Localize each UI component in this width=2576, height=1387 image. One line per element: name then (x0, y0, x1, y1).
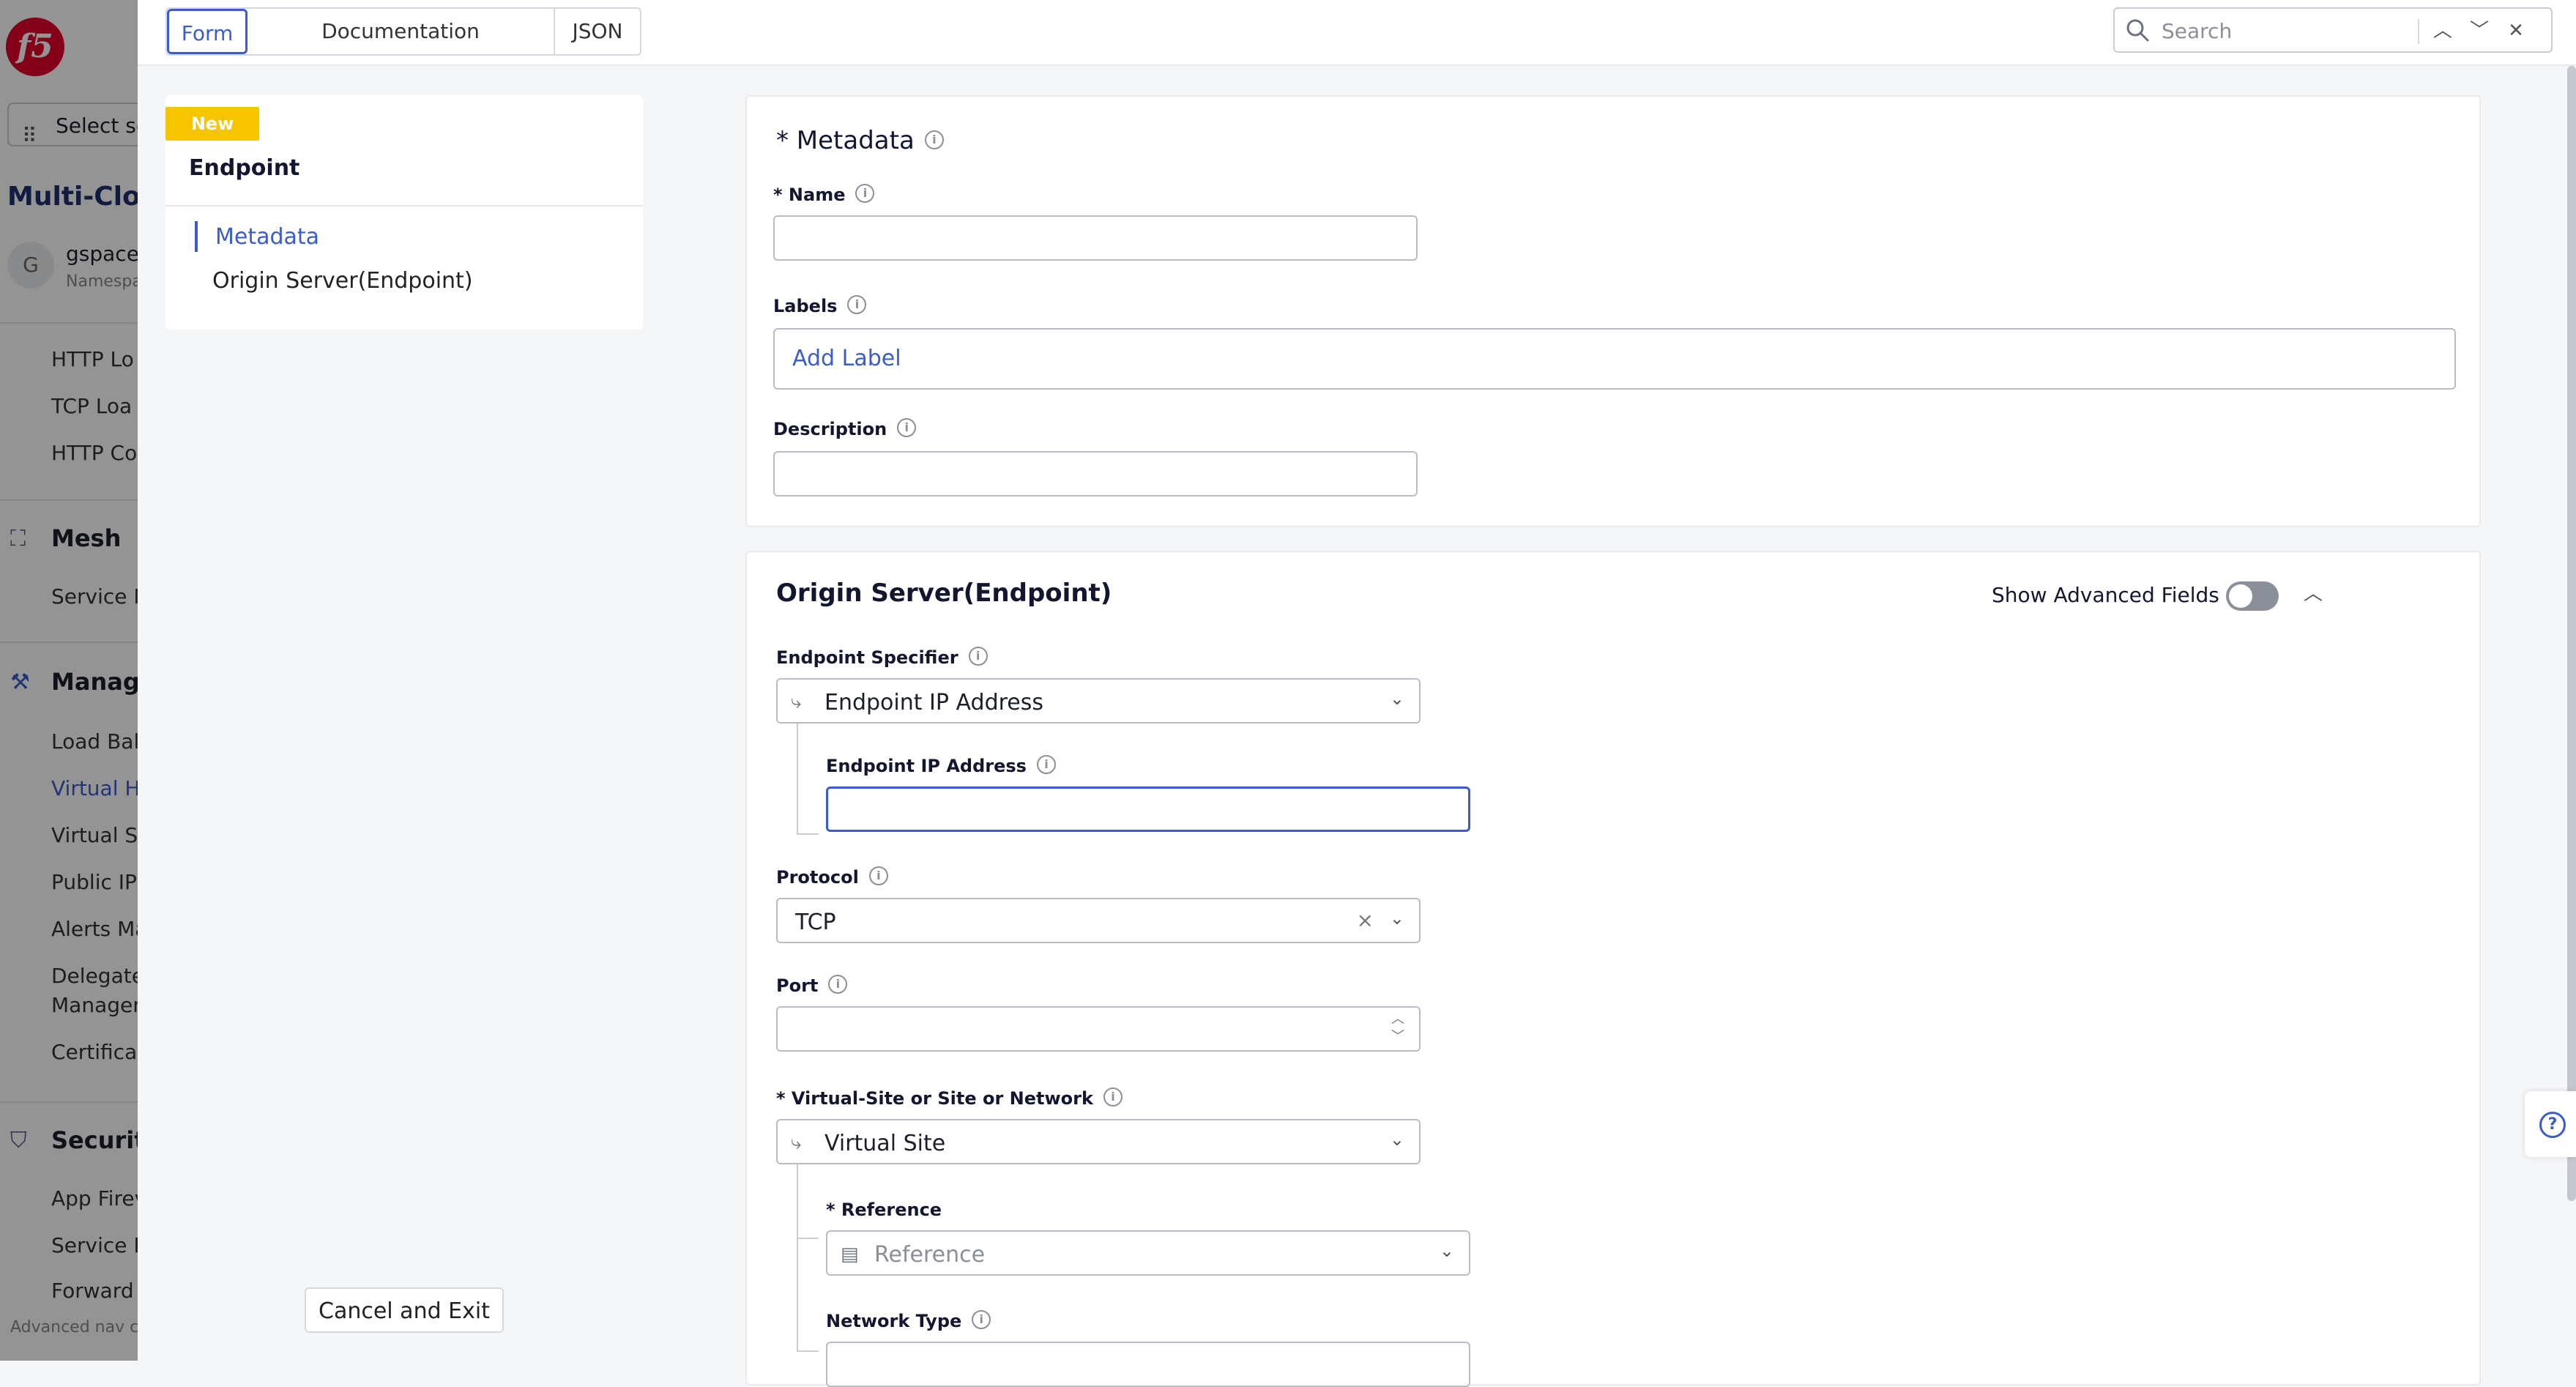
endpoint-form-panel: Form Documentation JSON ︿ ﹀ ✕ New Endpoi… (138, 0, 2576, 1387)
origin-server-title: Origin Server(Endpoint) (776, 579, 1112, 608)
endpoint-ip-label: Endpoint IP Address i (826, 755, 1056, 776)
branch-icon: ⤷ (791, 1132, 802, 1154)
info-icon[interactable]: i (1103, 1087, 1123, 1107)
protocol-label: Protocol i (776, 866, 888, 888)
new-badge: New (165, 107, 259, 141)
search-divider (2418, 19, 2419, 44)
vsite-select[interactable]: ⤷ Virtual Site ⌄ (776, 1119, 1421, 1164)
info-icon[interactable]: i (968, 647, 988, 666)
search-box: ︿ ﹀ ✕ (2113, 7, 2553, 53)
endpoint-ip-field (826, 787, 1470, 832)
help-icon: ? (2539, 1112, 2566, 1138)
endpoint-specifier-label: Endpoint Specifier i (776, 647, 988, 668)
tree-connector (797, 724, 819, 835)
protocol-select[interactable]: TCP × ⌄ (776, 898, 1421, 943)
info-icon[interactable]: i (855, 184, 875, 203)
add-label-link[interactable]: Add Label (792, 346, 901, 371)
labels-field[interactable]: Add Label (773, 328, 2456, 390)
reference-placeholder: Reference (874, 1242, 986, 1268)
port-input[interactable] (792, 1014, 1371, 1046)
endpoint-ip-label-text: Endpoint IP Address (826, 756, 1027, 776)
step-divider (165, 205, 643, 207)
labels-label: Labels i (773, 295, 867, 316)
endpoint-specifier-select[interactable]: ⤷ Endpoint IP Address ⌄ (776, 678, 1421, 724)
search-next-icon[interactable]: ﹀ (2465, 15, 2494, 47)
info-icon[interactable]: i (972, 1310, 991, 1329)
name-input[interactable] (789, 223, 1368, 255)
modal-overlay[interactable] (0, 0, 138, 1361)
description-label: Description i (773, 418, 917, 439)
description-input[interactable] (789, 458, 1368, 491)
description-field (773, 451, 1418, 497)
tree-connector (797, 1238, 819, 1352)
clear-icon[interactable]: × (1357, 908, 1374, 932)
vsite-label-text: * Virtual-Site or Site or Network (776, 1088, 1093, 1109)
step-metadata[interactable]: Metadata (215, 224, 319, 250)
chevron-down-icon: ⌄ (1389, 1129, 1404, 1150)
help-button[interactable]: ? (2525, 1091, 2576, 1157)
port-field: ︿ ﹀ (776, 1006, 1421, 1052)
chevron-down-icon: ⌄ (1389, 908, 1404, 929)
network-type-label: Network Type i (826, 1310, 991, 1331)
network-type-label-text: Network Type (826, 1311, 962, 1331)
chevron-down-icon: ⌄ (1389, 688, 1404, 709)
scrollbar[interactable] (2567, 66, 2576, 1201)
show-advanced-label: Show Advanced Fields (1992, 583, 2219, 607)
endpoint-specifier-value: Endpoint IP Address (824, 690, 1044, 715)
search-prev-icon[interactable]: ︿ (2428, 15, 2457, 47)
network-type-select[interactable] (826, 1342, 1470, 1387)
reference-label: * Reference (826, 1200, 942, 1220)
info-icon[interactable]: i (924, 130, 944, 149)
tab-json[interactable]: JSON (555, 9, 640, 54)
view-tabs: Form Documentation JSON (165, 7, 641, 56)
metadata-title: * Metadata i (776, 126, 944, 155)
toggle-knob (2229, 584, 2252, 608)
port-label: Port i (776, 975, 848, 996)
endpoint-specifier-label-text: Endpoint Specifier (776, 647, 958, 668)
chevron-down-icon: ⌄ (1439, 1241, 1454, 1261)
endpoint-ip-input[interactable] (843, 795, 1420, 827)
metadata-section: * Metadata i * Name i Labels i Add Label De… (745, 95, 2481, 527)
origin-server-section: Origin Server(Endpoint) Show Advanced Fi… (745, 551, 2481, 1387)
name-label-text: * Name (773, 185, 846, 205)
collapse-chevron-icon[interactable]: ︿ (2304, 579, 2323, 606)
branch-icon: ⤷ (791, 691, 802, 713)
labels-label-text: Labels (773, 296, 838, 316)
active-step-indicator (195, 221, 198, 252)
search-close-icon[interactable]: ✕ (2501, 15, 2531, 47)
cancel-and-exit-button[interactable]: Cancel and Exit (305, 1287, 504, 1333)
tab-form[interactable]: Form (167, 9, 247, 54)
step-origin-server[interactable]: Origin Server(Endpoint) (212, 268, 473, 294)
step-header: Endpoint (189, 155, 300, 181)
info-icon[interactable]: i (1036, 755, 1056, 774)
reference-select[interactable]: ▤ Reference ⌄ (826, 1230, 1470, 1276)
info-icon[interactable]: i (847, 295, 867, 314)
stepper-icon[interactable]: ︿ ﹀ (1391, 1011, 1404, 1046)
info-icon[interactable]: i (828, 975, 848, 994)
search-icon (2126, 19, 2149, 42)
port-label-text: Port (776, 975, 819, 996)
tab-documentation[interactable]: Documentation (247, 9, 555, 54)
search-input[interactable] (2160, 15, 2434, 47)
info-icon[interactable]: i (897, 418, 917, 437)
tree-connector (797, 1164, 819, 1239)
show-advanced-toggle[interactable] (2226, 581, 2279, 611)
protocol-label-text: Protocol (776, 867, 859, 888)
name-label: * Name i (773, 184, 875, 205)
vsite-label: * Virtual-Site or Site or Network i (776, 1087, 1123, 1109)
vsite-value: Virtual Site (824, 1131, 946, 1156)
metadata-title-text: * Metadata (776, 126, 915, 155)
info-icon[interactable]: i (868, 866, 888, 885)
form-topbar: Form Documentation JSON ︿ ﹀ ✕ (138, 0, 2576, 66)
protocol-value: TCP (795, 910, 836, 935)
reference-icon: ▤ (841, 1243, 859, 1265)
name-field (773, 215, 1418, 261)
description-label-text: Description (773, 419, 887, 439)
step-navigation: New Endpoint Metadata Origin Server(Endp… (165, 95, 643, 330)
